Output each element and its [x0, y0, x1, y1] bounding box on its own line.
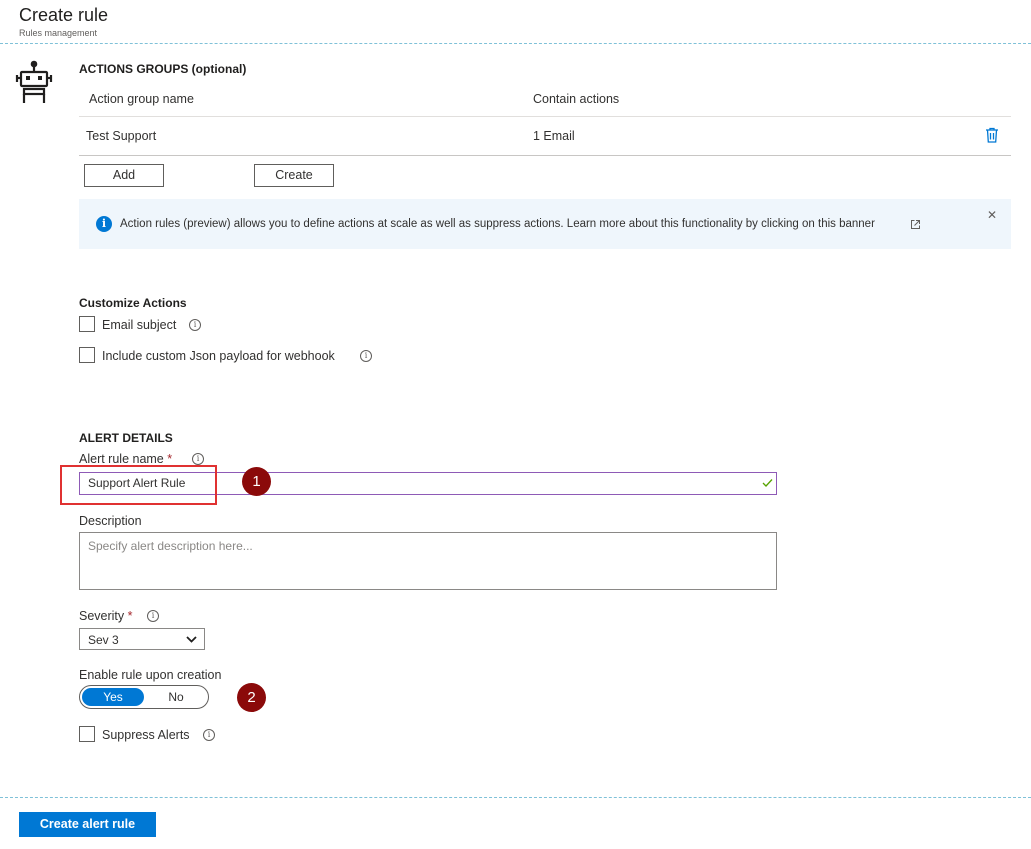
toggle-no-option[interactable]: No: [146, 688, 206, 706]
alert-rule-name-info-icon: i: [192, 453, 204, 465]
custom-json-checkbox[interactable]: [79, 347, 95, 363]
severity-label: Severity *: [79, 609, 133, 623]
external-link-icon: [911, 220, 920, 229]
page-title: Create rule: [19, 5, 109, 25]
severity-selected-value: Sev 3: [88, 633, 119, 647]
action-groups-heading: ACTIONS GROUPS (optional): [79, 62, 247, 76]
create-button[interactable]: Create: [254, 164, 334, 187]
required-marker: *: [167, 452, 173, 466]
suppress-alerts-checkbox[interactable]: [79, 726, 95, 742]
alert-rule-name-label: Alert rule name *: [79, 452, 172, 466]
severity-info-icon: i: [147, 610, 159, 622]
severity-text: Severity: [79, 609, 125, 623]
row-contain-actions: 1 Email: [533, 129, 575, 143]
column-header-group-name: Action group name: [89, 92, 194, 106]
alert-rule-name-text: Alert rule name: [79, 452, 164, 466]
severity-required-marker: *: [127, 609, 133, 623]
alert-details-heading: ALERT DETAILS: [79, 431, 173, 445]
email-subject-checkbox[interactable]: [79, 316, 95, 332]
custom-json-info-icon: i: [360, 350, 372, 362]
chevron-down-icon: [186, 636, 197, 643]
suppress-alerts-label: Suppress Alerts: [102, 728, 190, 742]
header-divider: [0, 43, 1031, 44]
annotation-badge-2: 2: [237, 683, 266, 712]
severity-select[interactable]: Sev 3: [79, 628, 205, 650]
description-placeholder: Specify alert description here...: [88, 539, 253, 553]
enable-rule-label: Enable rule upon creation: [79, 668, 222, 682]
column-header-contain-actions: Contain actions: [533, 92, 620, 106]
description-textarea[interactable]: Specify alert description here...: [79, 532, 777, 590]
annotation-badge-1: 1: [242, 467, 271, 496]
valid-check-icon: [762, 479, 773, 487]
add-button[interactable]: Add: [84, 164, 164, 187]
info-icon: i: [96, 216, 112, 232]
suppress-alerts-info-icon: i: [203, 729, 215, 741]
banner-text[interactable]: Action rules (preview) allows you to def…: [120, 218, 875, 230]
banner-close-icon[interactable]: ✕: [987, 208, 997, 222]
footer-divider: [0, 797, 1031, 798]
page-subtitle: Rules management: [19, 28, 98, 38]
toggle-yes-option[interactable]: Yes: [82, 688, 144, 706]
description-label: Description: [79, 514, 142, 528]
email-subject-label: Email subject: [102, 318, 177, 332]
robot-icon: [15, 60, 53, 103]
create-alert-rule-button[interactable]: Create alert rule: [19, 812, 156, 837]
email-subject-info-icon: i: [189, 319, 201, 331]
row-group-name: Test Support: [86, 129, 157, 143]
annotation-highlight-box: [60, 465, 217, 505]
table-row[interactable]: Test Support 1 Email: [79, 117, 1011, 155]
custom-json-label: Include custom Json payload for webhook: [102, 349, 335, 363]
trash-icon[interactable]: [985, 127, 999, 143]
customize-actions-heading: Customize Actions: [79, 296, 187, 310]
enable-rule-toggle[interactable]: Yes No: [79, 685, 209, 709]
table-bottom-divider: [79, 155, 1011, 156]
